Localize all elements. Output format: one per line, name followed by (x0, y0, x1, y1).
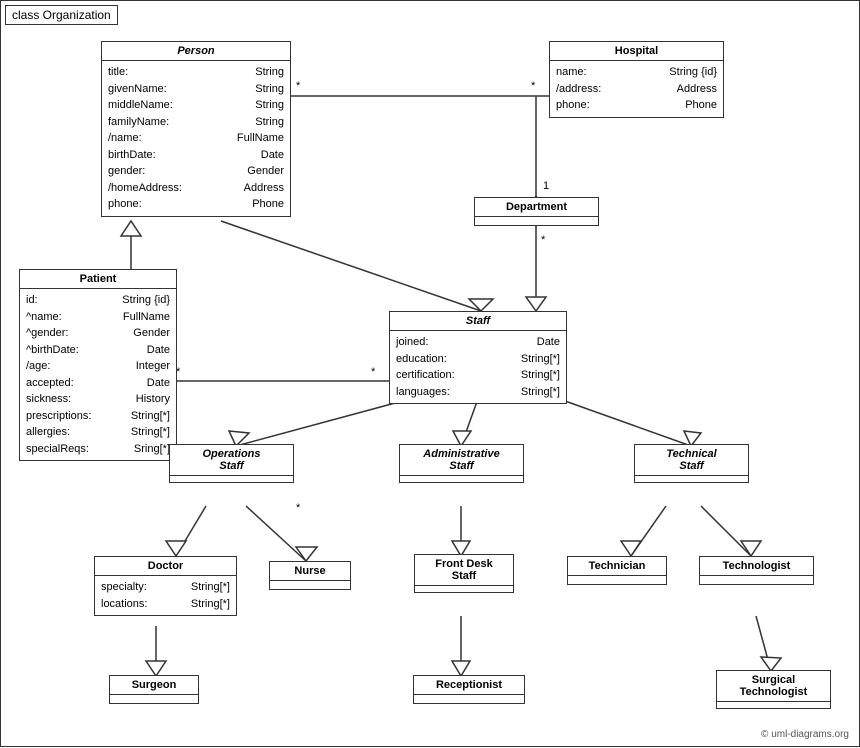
svg-text:*: * (296, 502, 301, 514)
class-technologist: Technologist (699, 556, 814, 585)
class-staff: Staff joined:Date education:String[*] ce… (389, 311, 567, 404)
nurse-title: Nurse (270, 562, 350, 581)
svg-text:*: * (541, 234, 546, 246)
class-operations-staff: OperationsStaff (169, 444, 294, 483)
hospital-body: name:String {id} /address:Address phone:… (550, 61, 723, 117)
technician-title: Technician (568, 557, 666, 576)
nurse-body (270, 581, 350, 589)
staff-body: joined:Date education:String[*] certific… (390, 331, 566, 403)
doctor-body: specialty:String[*] locations:String[*] (95, 576, 236, 615)
hospital-title: Hospital (550, 42, 723, 61)
frame-label: class Organization (5, 5, 118, 25)
class-surgical-tech: SurgicalTechnologist (716, 670, 831, 709)
patient-title: Patient (20, 270, 176, 289)
department-body (475, 217, 598, 225)
class-technical-staff: TechnicalStaff (634, 444, 749, 483)
technical-staff-title: TechnicalStaff (635, 445, 748, 476)
class-surgeon: Surgeon (109, 675, 199, 704)
technologist-title: Technologist (700, 557, 813, 576)
class-technician: Technician (567, 556, 667, 585)
staff-title: Staff (390, 312, 566, 331)
class-doctor: Doctor specialty:String[*] locations:Str… (94, 556, 237, 616)
doctor-title: Doctor (95, 557, 236, 576)
receptionist-body (414, 695, 524, 703)
admin-staff-body (400, 476, 523, 482)
class-hospital: Hospital name:String {id} /address:Addre… (549, 41, 724, 118)
operations-staff-body (170, 476, 293, 482)
person-body: title:String givenName:String middleName… (102, 61, 290, 216)
admin-staff-title: AdministrativeStaff (400, 445, 523, 476)
class-nurse: Nurse (269, 561, 351, 590)
copyright: © uml-diagrams.org (761, 729, 849, 740)
patient-body: id:String {id} ^name:FullName ^gender:Ge… (20, 289, 176, 460)
surgical-tech-title: SurgicalTechnologist (717, 671, 830, 702)
svg-text:1: 1 (543, 180, 549, 192)
class-person: Person title:String givenName:String mid… (101, 41, 291, 217)
class-front-desk: Front DeskStaff (414, 554, 514, 593)
operations-staff-title: OperationsStaff (170, 445, 293, 476)
svg-text:*: * (531, 80, 536, 92)
department-title: Department (475, 198, 598, 217)
surgical-tech-body (717, 702, 830, 708)
surgeon-body (110, 695, 198, 703)
front-desk-title: Front DeskStaff (415, 555, 513, 586)
front-desk-body (415, 586, 513, 592)
svg-text:*: * (296, 80, 301, 92)
class-admin-staff: AdministrativeStaff (399, 444, 524, 483)
surgeon-title: Surgeon (110, 676, 198, 695)
technologist-body (700, 576, 813, 584)
person-title: Person (102, 42, 290, 61)
class-patient: Patient id:String {id} ^name:FullName ^g… (19, 269, 177, 461)
class-receptionist: Receptionist (413, 675, 525, 704)
technician-body (568, 576, 666, 584)
receptionist-title: Receptionist (414, 676, 524, 695)
class-department: Department (474, 197, 599, 226)
diagram-container: class Organization * * 1 * * * (0, 0, 860, 747)
technical-staff-body (635, 476, 748, 482)
svg-text:*: * (371, 366, 376, 378)
